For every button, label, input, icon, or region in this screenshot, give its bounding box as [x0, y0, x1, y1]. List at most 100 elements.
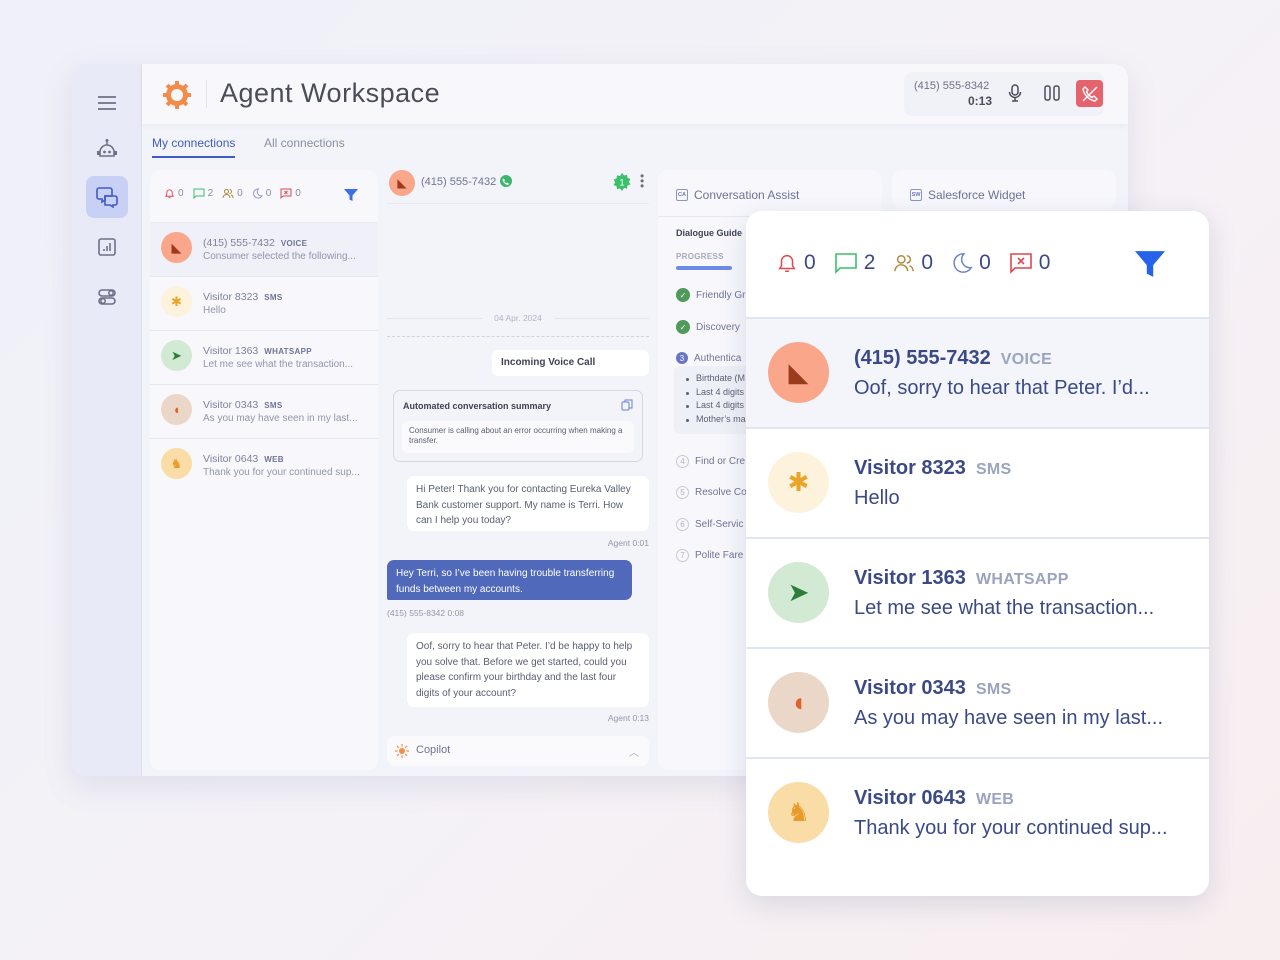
moon-icon	[953, 253, 973, 273]
avatar: ➤	[161, 340, 192, 371]
message-meta: Agent 0:13	[607, 713, 649, 723]
connection-row[interactable]: ◣ (415) 555-7432 VOICE Oof, sorry to hear…	[746, 317, 1209, 427]
cardinal-icon: ◣	[171, 239, 182, 255]
progress-bar	[676, 266, 732, 270]
guide-step[interactable]: 5 Resolve Co	[676, 486, 747, 499]
counter-away[interactable]: 0	[951, 251, 991, 275]
salesforce-widget-panel: SW Salesforce Widget	[892, 170, 1116, 210]
group-icon	[894, 255, 915, 272]
tab-all-connections[interactable]: All connections	[264, 136, 345, 156]
counter-groups[interactable]: 0	[222, 188, 243, 199]
incoming-call-notice: Incoming Voice Call	[492, 350, 649, 376]
guide-step[interactable]: 3 Authentica	[676, 352, 741, 364]
copilot-bar[interactable]: Copilot ︿	[387, 736, 649, 766]
bee-icon: ✱	[787, 467, 810, 497]
channel-badge: WEB	[975, 791, 1015, 808]
counter-closed[interactable]: 0	[280, 188, 301, 199]
cardinal-icon: ◣	[397, 176, 407, 190]
avatar: ◖	[161, 394, 192, 425]
guide-step[interactable]: ✓ Discovery	[676, 320, 740, 334]
sidebar-item-bot[interactable]	[86, 128, 128, 170]
connection-row[interactable]: ◖ Visitor 0343 SMS As you may have seen i…	[746, 647, 1209, 757]
counter-alerts[interactable]: 0	[776, 251, 816, 275]
sidebar-rail	[72, 64, 142, 776]
channel-badge: VOICE	[280, 239, 308, 248]
guide-step[interactable]: 7 Polite Fare	[676, 549, 743, 562]
bee-icon: ✱	[171, 293, 182, 309]
connection-name: Visitor 8323 SMS	[203, 291, 283, 303]
connection-row[interactable]: ✱ Visitor 8323 SMS Hello	[150, 276, 378, 330]
counter-messages[interactable]: 2	[834, 251, 875, 275]
connection-name: Visitor 0643 WEB	[203, 453, 284, 465]
copy-icon[interactable]	[621, 399, 633, 411]
connection-row[interactable]: ◖ Visitor 0343 SMS As you may have seen i…	[150, 384, 378, 438]
message-meta: (415) 555-8342 0:08	[387, 608, 465, 618]
channel-badge: WHATSAPP	[975, 571, 1069, 588]
avatar: ➤	[768, 562, 829, 623]
chat-contact: (415) 555-7432	[421, 176, 497, 188]
microphone-icon[interactable]	[1008, 84, 1022, 102]
message-icon	[193, 188, 205, 199]
chat-bubbles-icon	[96, 187, 118, 208]
message-x-icon	[280, 188, 292, 199]
guide-step[interactable]: ✓ Friendly Gr	[676, 288, 745, 302]
counter-alerts[interactable]: 0	[164, 188, 184, 199]
channel-badge: VOICE	[1000, 351, 1053, 368]
date-separator: 04 Apr. 2024	[387, 313, 649, 323]
counter-closed[interactable]: 0	[1009, 251, 1050, 275]
connection-name: Visitor 1363 WHATSAPP	[854, 567, 1069, 589]
connections-panel: 0 2 0 0 0 ◣ (415) 555-7432 VOICE Consumer…	[150, 170, 378, 770]
hold-icon[interactable]	[1044, 85, 1060, 101]
connection-row[interactable]: ➤ Visitor 1363 WHATSAPP Let me see what t…	[746, 537, 1209, 647]
connection-preview: Hello	[854, 487, 900, 509]
chevron-up-icon[interactable]: ︿	[629, 744, 639, 759]
hang-up-button[interactable]	[1076, 80, 1103, 107]
message-icon	[834, 253, 857, 274]
armadillo-icon: ◖	[790, 687, 807, 717]
sidebar-item-menu[interactable]	[86, 82, 128, 124]
sidebar-item-reports[interactable]	[86, 226, 128, 268]
connection-row[interactable]: ➤ Visitor 1363 WHATSAPP Let me see what t…	[150, 330, 378, 384]
logo-gear-icon	[163, 81, 191, 109]
connection-preview: Let me see what the transaction...	[854, 597, 1155, 619]
app-header: Agent Workspace (415) 555-8342 0:13	[142, 64, 1128, 124]
counter-messages[interactable]: 2	[193, 188, 213, 199]
connection-name: Visitor 0643 WEB	[854, 787, 1015, 809]
more-options-icon[interactable]: • • •	[640, 170, 644, 192]
connection-row[interactable]: ◣ (415) 555-7432 VOICE Consumer selected …	[150, 222, 378, 276]
check-circle-icon: ✓	[676, 288, 690, 302]
notification-badge: 1	[613, 173, 631, 196]
guide-step[interactable]: 6 Self-Servic	[676, 518, 743, 531]
conversation-assist-header: CA Conversation Assist	[676, 188, 799, 202]
moon-icon	[252, 188, 263, 199]
chat-header: ◣ (415) 555-7432 1 • • •	[387, 170, 649, 204]
sidebar-item-settings[interactable]	[86, 276, 128, 318]
connection-row[interactable]: ✱ Visitor 8323 SMS Hello	[746, 427, 1209, 537]
call-number: (415) 555-8342	[914, 80, 990, 92]
channel-badge: SMS	[264, 401, 283, 410]
counter-groups[interactable]: 0	[893, 251, 933, 275]
filter-icon[interactable]	[1135, 249, 1165, 279]
connection-row[interactable]: ♞ Visitor 0643 WEB Thank you for your con…	[746, 757, 1209, 867]
hamburger-icon	[98, 96, 116, 110]
group-icon	[222, 189, 234, 199]
toggles-icon	[98, 289, 116, 305]
header-divider	[206, 80, 207, 108]
avatar: ◖	[768, 672, 829, 733]
connection-preview: As you may have seen in my last...	[203, 413, 358, 424]
tab-my-connections[interactable]: My connections	[152, 136, 236, 158]
sidebar-item-conversations[interactable]	[86, 176, 128, 218]
connection-name: Visitor 0343 SMS	[854, 677, 1012, 699]
connection-preview: As you may have seen in my last...	[854, 707, 1164, 729]
salesforce-widget-header: SW Salesforce Widget	[910, 188, 1025, 202]
channel-badge: SMS	[975, 681, 1012, 698]
app-title: Agent Workspace	[220, 78, 441, 108]
progress-label: PROGRESS	[676, 252, 724, 261]
connection-row[interactable]: ♞ Visitor 0643 WEB Thank you for your con…	[150, 438, 378, 492]
channel-badge: SMS	[975, 461, 1012, 478]
guide-step[interactable]: 4 Find or Cre	[676, 455, 745, 468]
avatar: ◣	[768, 342, 829, 403]
counter-away[interactable]: 0	[252, 188, 271, 199]
check-circle-icon: ✓	[676, 320, 690, 334]
filter-icon[interactable]	[344, 188, 358, 202]
